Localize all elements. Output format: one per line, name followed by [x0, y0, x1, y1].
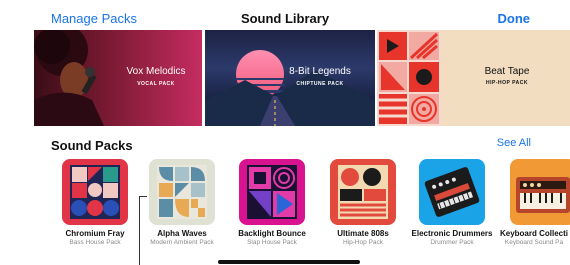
pack-name: Keyboard Collecti	[499, 229, 568, 238]
banner-8bit-legends[interactable]: 8-Bit Legends CHIPTUNE PACK	[205, 30, 375, 126]
text-cursor	[139, 196, 140, 265]
banner-beat-tape[interactable]: Beat Tape HIP-HOP PACK	[377, 30, 570, 126]
electronic-drummers-artwork	[419, 159, 485, 225]
pack-subtitle: Keyboard Sound Pa	[504, 239, 564, 246]
banner-title: Vox Melodics	[126, 66, 186, 77]
nav-bar: Manage Packs Sound Library Done	[0, 0, 570, 30]
8bit-legends-artwork	[205, 50, 375, 126]
sound-packs-heading: Sound Packs	[51, 138, 133, 153]
banner-title: Beat Tape	[484, 66, 530, 77]
banner-subtitle: VOCAL PACK	[137, 81, 175, 87]
backlight-bounce-artwork	[239, 159, 305, 225]
see-all-link[interactable]: See All	[497, 137, 531, 149]
ultimate-808s-artwork	[330, 159, 396, 225]
text-cursor-tick	[139, 196, 147, 197]
vox-melodics-artwork	[34, 30, 104, 126]
banner-title: 8-Bit Legends	[289, 66, 351, 77]
keyboard-collection-artwork	[510, 159, 570, 225]
beat-tape-artwork	[377, 30, 441, 126]
banner-vox-melodics[interactable]: Vox Melodics VOCAL PACK	[34, 30, 202, 126]
chromium-fray-artwork	[62, 159, 128, 225]
alpha-waves-artwork	[149, 159, 215, 225]
done-button[interactable]: Done	[498, 11, 531, 26]
home-indicator[interactable]	[218, 260, 360, 264]
page-title: Sound Library	[240, 11, 330, 26]
pack-subtitle: Drummer Pack	[430, 239, 474, 246]
pack-name: Electronic Drummers	[411, 229, 493, 238]
banner-subtitle: HIP-HOP PACK	[486, 80, 528, 86]
banner-subtitle: CHIPTUNE PACK	[296, 81, 344, 87]
